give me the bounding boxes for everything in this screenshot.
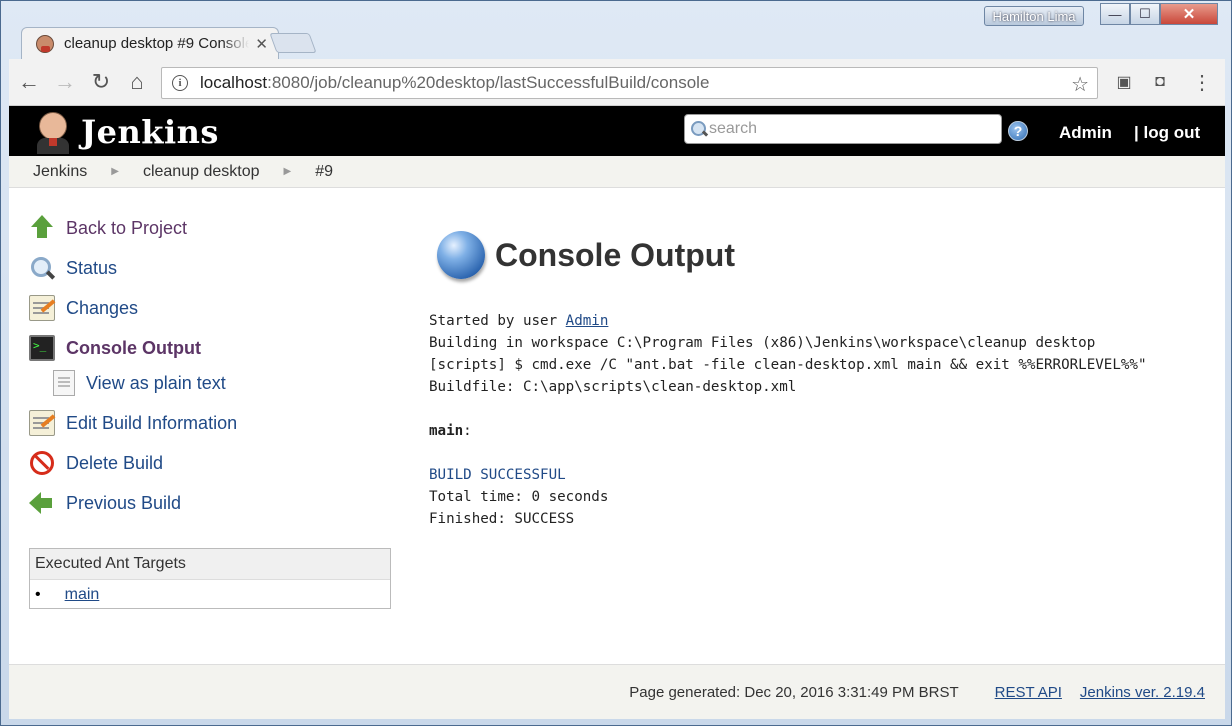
jenkins-version-link[interactable]: Jenkins ver. 2.19.4 [1080, 684, 1205, 701]
page-heading: Console Output [495, 236, 735, 273]
browser-window: cleanup desktop #9 Console Output ✕ Hami… [0, 0, 1232, 726]
console-build-result: BUILD SUCCESSFUL [429, 467, 566, 483]
jenkins-header: Jenkins ? Admin | log out [9, 106, 1225, 156]
notepad-icon [29, 410, 55, 436]
breadcrumb: Jenkins ▶ cleanup desktop ▶ #9 [9, 156, 1225, 188]
task-delete-build[interactable]: Delete Build [29, 443, 399, 483]
notepad-icon [29, 295, 55, 321]
butler-icon [33, 110, 73, 154]
ant-targets-box: Executed Ant Targets • main [29, 548, 391, 609]
task-view-plain-text[interactable]: View as plain text [29, 368, 399, 398]
blue-ball-status-icon [437, 231, 485, 279]
info-icon[interactable]: i [172, 75, 188, 91]
task-label[interactable]: Console Output [66, 338, 201, 359]
console-user-link[interactable]: Admin [566, 313, 609, 329]
breadcrumb-arrow-icon: ▶ [111, 166, 119, 177]
terminal-icon [29, 335, 55, 361]
list-item: • main [30, 580, 390, 608]
ant-target-link[interactable]: main [65, 586, 100, 604]
task-label[interactable]: View as plain text [86, 373, 226, 394]
maximize-button[interactable]: ☐ [1130, 3, 1160, 25]
left-arrow-icon [29, 490, 55, 516]
console-target: main [429, 423, 464, 439]
task-back-to-project[interactable]: Back to Project [29, 208, 399, 248]
profile-button[interactable]: Hamilton Lima [984, 6, 1084, 26]
ant-targets-title: Executed Ant Targets [30, 549, 390, 580]
lightbulb-extension-icon[interactable]: ◘ [1149, 71, 1171, 93]
cast-extension-icon[interactable]: ▣ [1113, 71, 1135, 93]
menu-dots-icon[interactable]: ⋮ [1191, 71, 1213, 94]
logout-link[interactable]: | log out [1134, 123, 1200, 143]
new-tab-button[interactable] [269, 33, 317, 53]
page-footer: Page generated: Dec 20, 2016 3:31:49 PM … [9, 664, 1225, 719]
task-label[interactable]: Previous Build [66, 493, 181, 514]
url-host: localhost [200, 73, 268, 92]
task-label[interactable]: Back to Project [66, 218, 187, 239]
address-bar[interactable]: i localhost:8080/job/cleanup%20desktop/l… [161, 67, 1098, 99]
user-link[interactable]: Admin [1059, 123, 1112, 143]
console-line: Building in workspace C:\Program Files (… [429, 335, 1096, 351]
browser-tab[interactable]: cleanup desktop #9 Console Output ✕ [21, 27, 279, 59]
breadcrumb-arrow-icon: ▶ [283, 166, 292, 177]
close-window-button[interactable]: ✕ [1160, 3, 1218, 25]
home-icon[interactable]: ⌂ [121, 66, 153, 98]
task-label[interactable]: Edit Build Information [66, 413, 237, 434]
search-box[interactable] [684, 114, 1002, 144]
task-previous-build[interactable]: Previous Build [29, 483, 399, 523]
task-status[interactable]: Status [29, 248, 399, 288]
forward-icon[interactable]: → [49, 66, 81, 98]
task-changes[interactable]: Changes [29, 288, 399, 328]
main-panel: Console Output Started by user Admin Bui… [429, 231, 1209, 530]
document-icon [53, 370, 75, 396]
back-icon[interactable]: ← [13, 66, 45, 98]
page-title: Console Output [429, 231, 1209, 279]
search-input[interactable] [709, 120, 989, 138]
console-target-suffix: : [463, 423, 472, 439]
console-line: [scripts] $ cmd.exe /C "ant.bat -file cl… [429, 357, 1147, 373]
task-edit-build-information[interactable]: Edit Build Information [29, 403, 399, 443]
console-output: Started by user Admin Building in worksp… [429, 310, 1209, 530]
task-label[interactable]: Delete Build [66, 453, 163, 474]
up-arrow-icon [29, 215, 55, 241]
search-icon [689, 119, 709, 139]
window-controls: — ☐ ✕ [1100, 3, 1218, 25]
console-started-prefix: Started by user [429, 313, 566, 329]
console-line: Total time: 0 seconds [429, 489, 609, 505]
no-entry-icon [29, 450, 55, 476]
page-generated-text: Page generated: Dec 20, 2016 3:31:49 PM … [629, 683, 959, 701]
breadcrumb-job[interactable]: cleanup desktop [143, 163, 260, 181]
console-line: Buildfile: C:\app\scripts\clean-desktop.… [429, 379, 797, 395]
task-console-output[interactable]: Console Output [29, 328, 399, 368]
side-panel: Back to Project Status Changes Console O… [29, 208, 399, 609]
browser-toolbar: ← → ↻ ⌂ i localhost:8080/job/cleanup%20d… [9, 59, 1225, 106]
jenkins-favicon-icon [36, 34, 54, 53]
reload-icon[interactable]: ↻ [85, 66, 117, 98]
magnifier-icon [29, 255, 55, 281]
task-label[interactable]: Status [66, 258, 117, 279]
url-text[interactable]: localhost:8080/job/cleanup%20desktop/las… [200, 73, 709, 93]
task-label[interactable]: Changes [66, 298, 138, 319]
jenkins-logo[interactable]: Jenkins [33, 110, 219, 154]
rest-api-link[interactable]: REST API [995, 684, 1062, 701]
breadcrumb-jenkins[interactable]: Jenkins [33, 163, 87, 181]
minimize-button[interactable]: — [1100, 3, 1130, 25]
tab-close-icon[interactable]: ✕ [255, 35, 268, 53]
logo-text: Jenkins [81, 113, 219, 151]
bookmark-star-icon[interactable]: ☆ [1071, 72, 1089, 97]
url-path: :8080/job/cleanup%20desktop/lastSuccessf… [267, 73, 710, 92]
jenkins-page: Jenkins ? Admin | log out Jenkins ▶ clea… [9, 106, 1225, 719]
bullet: • [35, 586, 41, 603]
breadcrumb-build[interactable]: #9 [315, 163, 333, 181]
tab-title: cleanup desktop #9 Console Output [64, 35, 250, 52]
console-line: Finished: SUCCESS [429, 511, 575, 527]
help-icon[interactable]: ? [1008, 121, 1028, 141]
